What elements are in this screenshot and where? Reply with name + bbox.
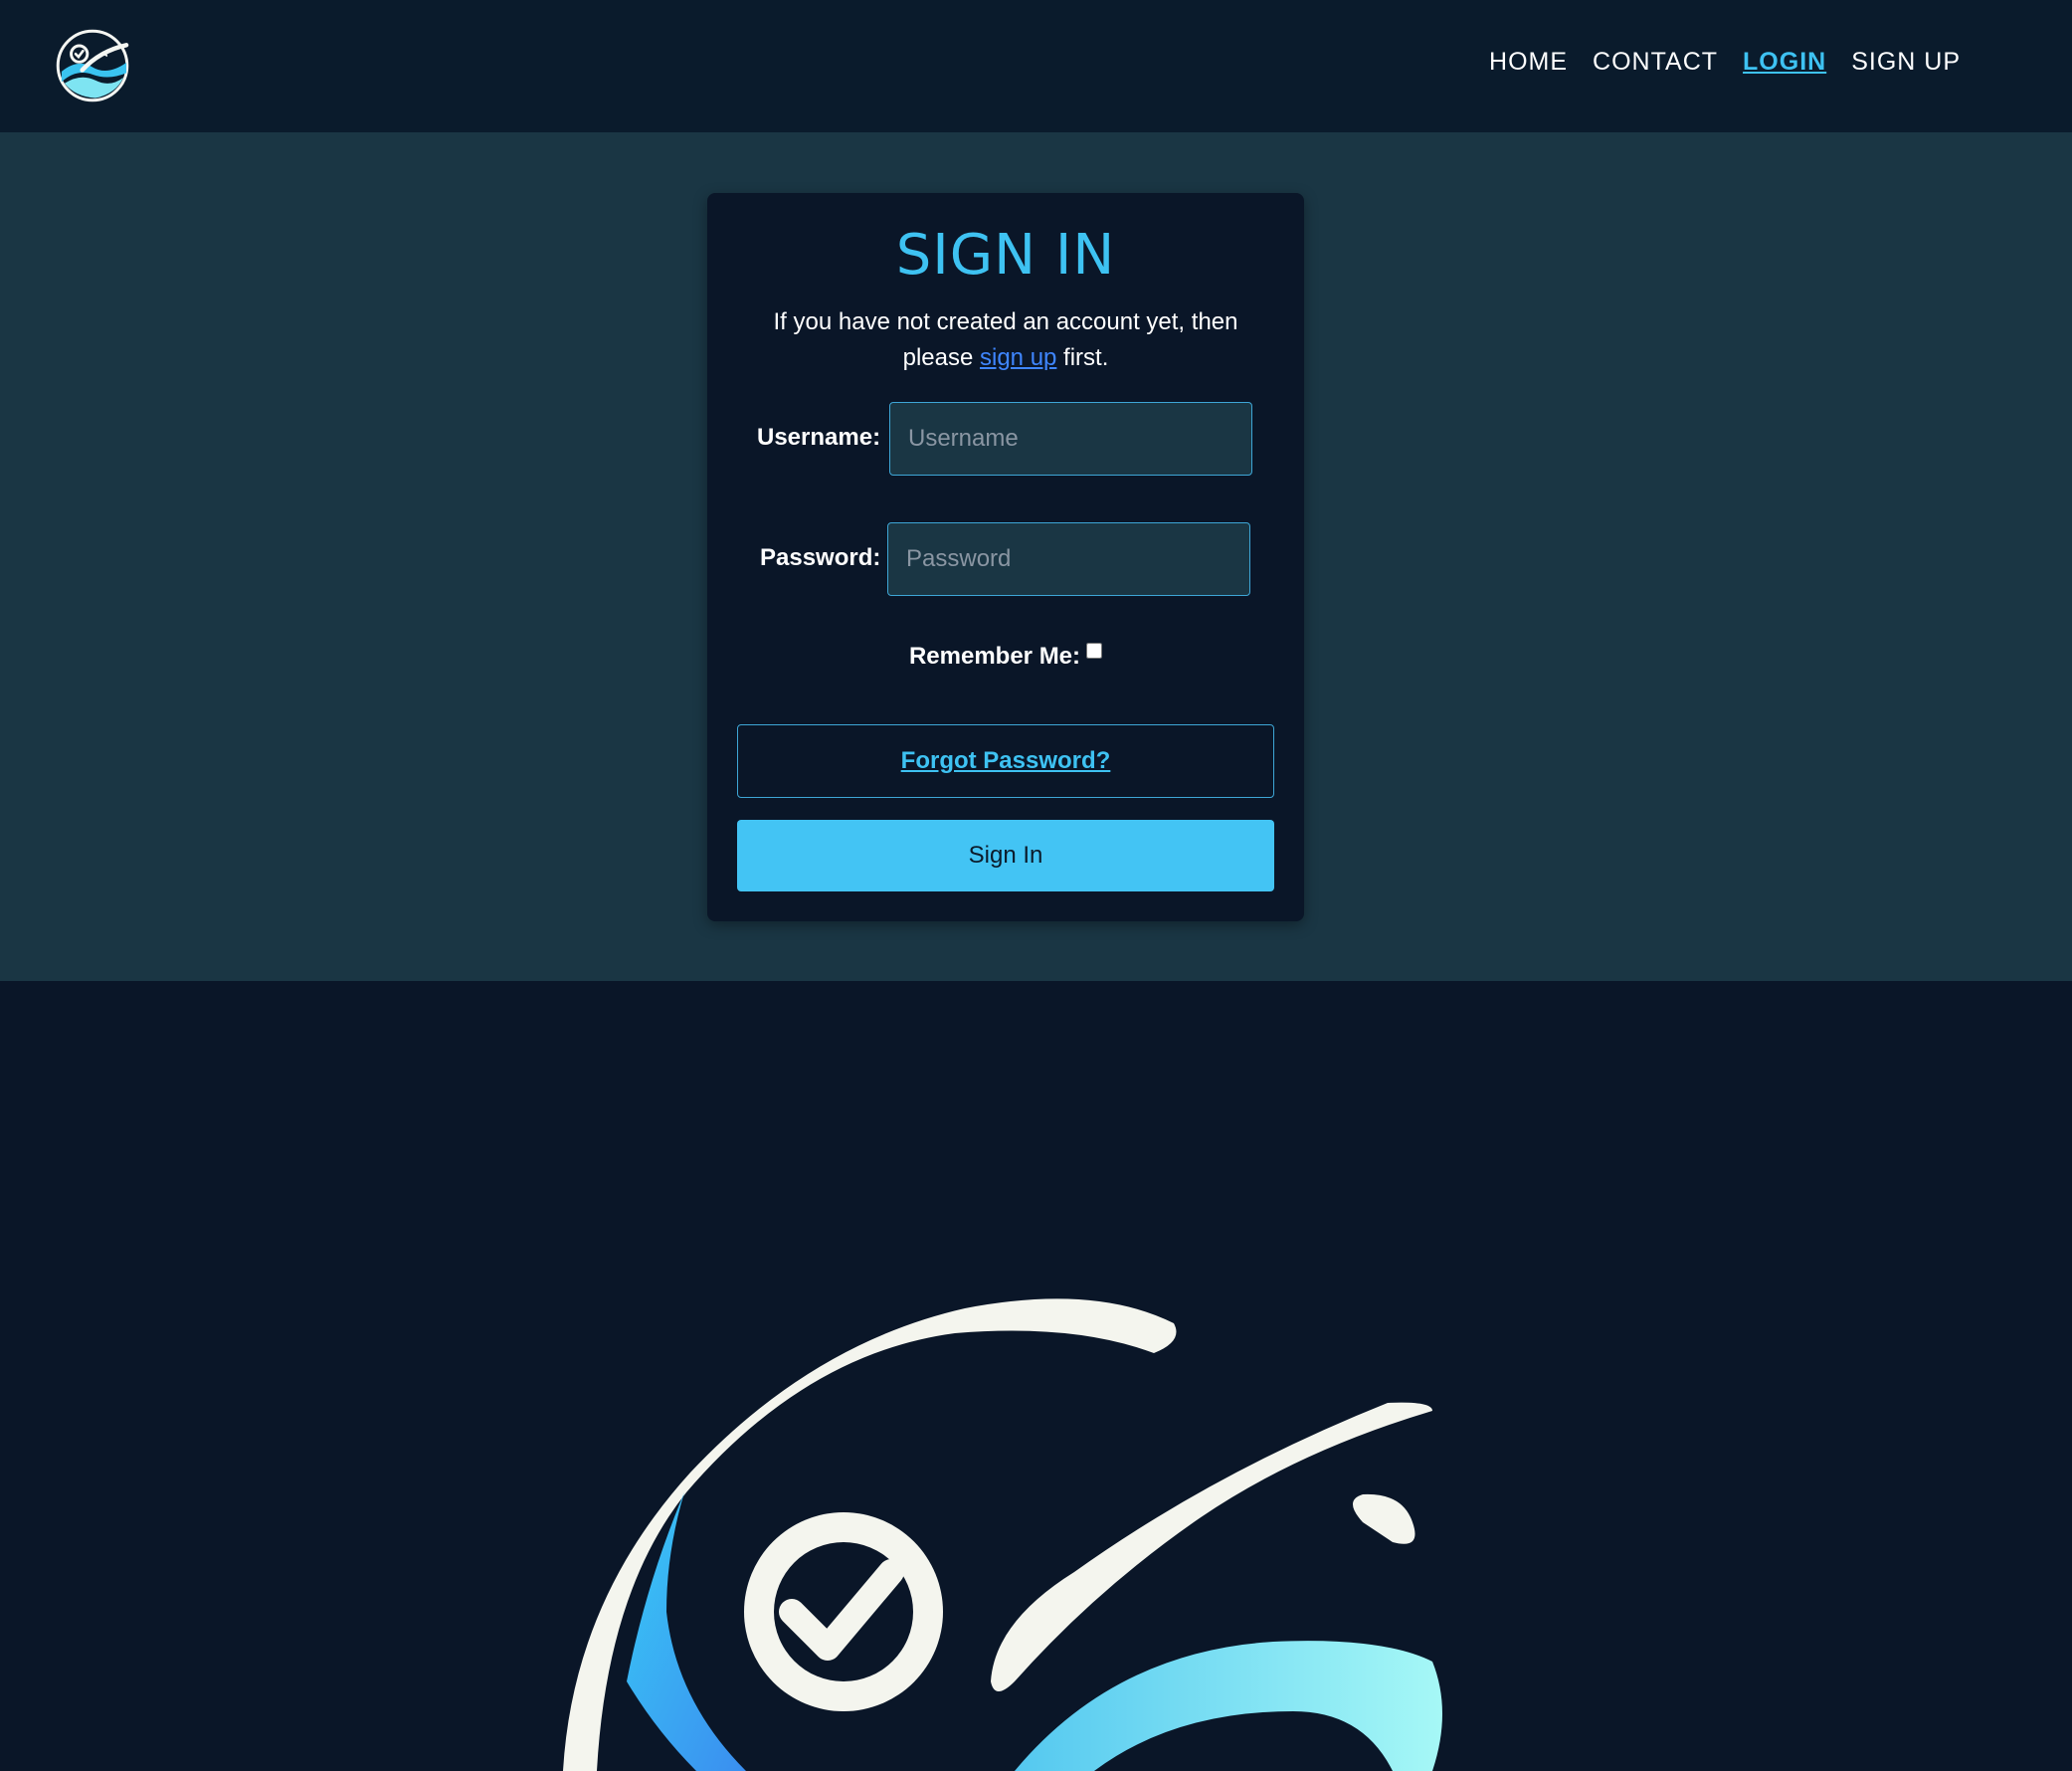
remember-me-row: Remember Me:: [707, 643, 1304, 671]
main-nav: HOME CONTACT LOGIN SIGN UP: [1489, 44, 1961, 80]
nav-home-link[interactable]: HOME: [1489, 44, 1568, 80]
username-input[interactable]: [889, 402, 1252, 476]
nav-contact-link[interactable]: CONTACT: [1593, 44, 1718, 80]
sign-in-button[interactable]: Sign In: [737, 820, 1274, 891]
forgot-password-button[interactable]: Forgot Password?: [737, 724, 1274, 798]
login-title: SIGN IN: [895, 223, 1116, 288]
nav-login-link[interactable]: LOGIN: [1743, 44, 1826, 80]
wave-checkmark-logo-icon[interactable]: [56, 29, 129, 102]
username-label: Username:: [757, 424, 881, 451]
remember-me-checkbox[interactable]: [1086, 643, 1103, 659]
signup-prompt-text-end: first.: [1056, 344, 1109, 371]
wave-checkmark-logo-icon: [563, 1298, 1442, 1771]
remember-me-label: Remember Me:: [908, 643, 1081, 670]
password-input[interactable]: [887, 522, 1250, 596]
password-label: Password:: [760, 544, 881, 571]
nav-signup-link[interactable]: SIGN UP: [1851, 44, 1961, 80]
signup-link[interactable]: sign up: [980, 344, 1056, 371]
signup-prompt: If you have not created an account yet, …: [747, 304, 1264, 376]
login-card: SIGN IN If you have not created an accou…: [707, 193, 1304, 921]
top-navbar: HOME CONTACT LOGIN SIGN UP: [0, 0, 2072, 132]
